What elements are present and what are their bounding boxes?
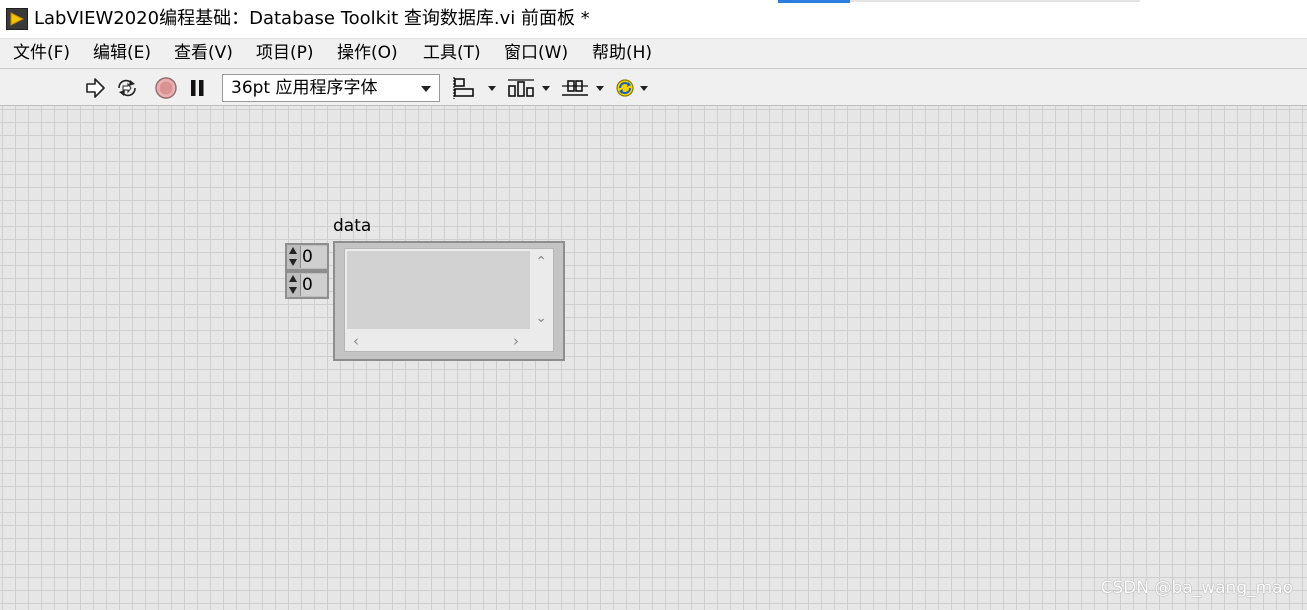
- menu-view[interactable]: 查看(V): [174, 42, 233, 64]
- menu-tools[interactable]: 工具(T): [423, 42, 481, 64]
- front-panel-canvas[interactable]: [0, 106, 1307, 610]
- title-bar-accent: [778, 0, 850, 3]
- menu-window[interactable]: 窗口(W): [504, 42, 568, 64]
- toolbar: 36pt 应用程序字体: [0, 68, 1307, 106]
- chevron-down-icon: [542, 86, 550, 91]
- index-col-value[interactable]: 0: [300, 274, 327, 296]
- string-text-area[interactable]: [347, 251, 530, 329]
- decrement-arrow-icon[interactable]: [289, 287, 297, 294]
- array-label[interactable]: data: [333, 215, 371, 237]
- array-index-row[interactable]: 0: [285, 243, 329, 271]
- scroll-up-icon[interactable]: ⌃: [535, 255, 547, 269]
- menu-help[interactable]: 帮助(H): [592, 42, 652, 64]
- decrement-arrow-icon[interactable]: [289, 259, 297, 266]
- run-arrow-icon[interactable]: [83, 76, 107, 100]
- chevron-down-icon: [488, 86, 496, 91]
- font-select-value: 36pt 应用程序字体: [231, 78, 378, 98]
- menu-file[interactable]: 文件(F): [13, 42, 70, 64]
- run-continuously-icon[interactable]: [114, 76, 138, 100]
- reorder-dropdown[interactable]: [614, 76, 660, 100]
- window-title: LabVIEW2020编程基础：Database Toolkit 查询数据库.v…: [34, 8, 590, 29]
- chevron-down-icon: [421, 86, 431, 92]
- pause-icon[interactable]: [186, 76, 210, 100]
- menu-operate[interactable]: 操作(O): [337, 42, 398, 64]
- menu-project[interactable]: 项目(P): [256, 42, 314, 64]
- watermark: CSDN @ba_wang_mao: [1100, 578, 1293, 598]
- menu-edit[interactable]: 编辑(E): [93, 42, 151, 64]
- scroll-right-icon[interactable]: ›: [513, 333, 519, 349]
- scroll-down-icon[interactable]: ⌄: [535, 311, 547, 325]
- array-control[interactable]: ⌃ ⌄ ‹ ›: [333, 241, 565, 361]
- index-spinner[interactable]: [288, 274, 298, 296]
- abort-execution-icon[interactable]: [154, 76, 178, 100]
- font-select[interactable]: 36pt 应用程序字体: [222, 74, 440, 102]
- distribute-objects-dropdown[interactable]: [506, 76, 552, 100]
- distribute-objects-icon: [508, 79, 534, 97]
- align-objects-dropdown[interactable]: [452, 76, 498, 100]
- resize-objects-dropdown[interactable]: [560, 76, 606, 100]
- scroll-left-icon[interactable]: ‹: [353, 333, 359, 349]
- resize-objects-icon: [562, 80, 588, 96]
- index-row-value[interactable]: 0: [300, 246, 327, 268]
- labview-vi-icon: [6, 8, 28, 30]
- index-spinner[interactable]: [288, 246, 298, 268]
- align-objects-icon: [453, 77, 474, 99]
- menu-bar: 文件(F) 编辑(E) 查看(V) 项目(P) 操作(O) 工具(T) 窗口(W…: [0, 38, 1307, 68]
- title-bar-strip: [850, 0, 1140, 2]
- increment-arrow-icon[interactable]: [289, 247, 297, 254]
- array-index-col[interactable]: 0: [285, 271, 329, 299]
- title-bar: LabVIEW2020编程基础：Database Toolkit 查询数据库.v…: [0, 0, 1307, 38]
- chevron-down-icon: [596, 86, 604, 91]
- increment-arrow-icon[interactable]: [289, 275, 297, 282]
- string-element[interactable]: ⌃ ⌄ ‹ ›: [344, 248, 554, 352]
- chevron-down-icon: [640, 86, 648, 91]
